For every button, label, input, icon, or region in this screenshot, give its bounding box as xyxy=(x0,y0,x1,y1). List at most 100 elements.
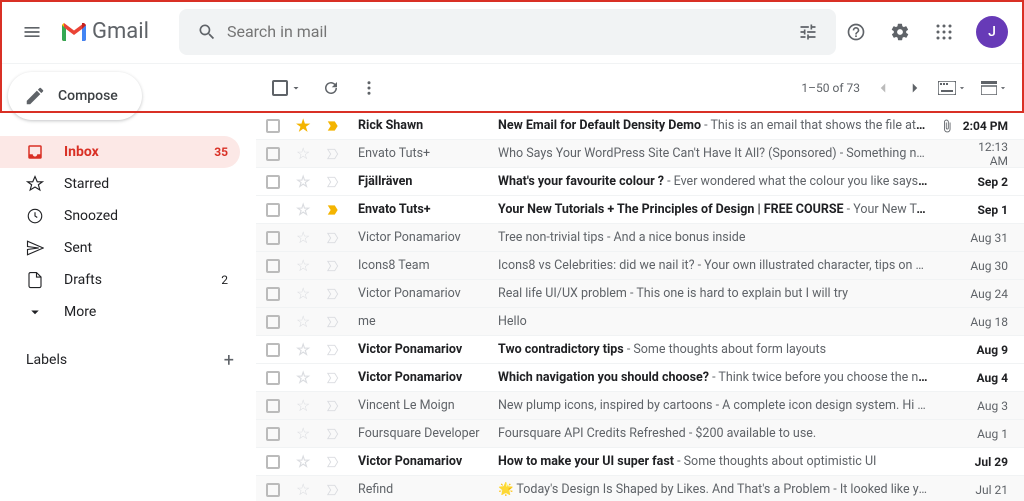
attachment-icon xyxy=(940,119,958,133)
date: Aug 3 xyxy=(958,399,1008,413)
important-icon[interactable] xyxy=(326,147,346,161)
refresh-icon[interactable] xyxy=(322,79,340,97)
subject-snippet: New plump icons, inspired by cartoons - … xyxy=(498,398,940,413)
important-icon[interactable] xyxy=(326,315,346,329)
email-row[interactable]: ☆Vincent Le MoignNew plump icons, inspir… xyxy=(256,392,1024,420)
sidebar-item-snoozed[interactable]: Snoozed xyxy=(0,200,240,232)
email-row[interactable]: ☆FjällrävenWhat's your favourite colour … xyxy=(256,168,1024,196)
sender: Rick Shawn xyxy=(358,118,498,133)
important-icon[interactable] xyxy=(326,371,346,385)
more-icon xyxy=(26,303,46,321)
sender: Fjällräven xyxy=(358,174,498,189)
important-icon[interactable] xyxy=(326,399,346,413)
star-icon[interactable]: ☆ xyxy=(296,424,316,443)
sender: Refind xyxy=(358,482,498,497)
add-label-icon[interactable]: + xyxy=(224,350,234,371)
star-icon[interactable]: ☆ xyxy=(296,368,316,387)
row-checkbox[interactable] xyxy=(266,287,286,301)
date: Aug 31 xyxy=(958,231,1008,245)
email-row[interactable]: ☆Victor PonamariovHow to make your UI su… xyxy=(256,448,1024,476)
email-row[interactable]: ☆Envato Tuts+Your New Tutorials + The Pr… xyxy=(256,196,1024,224)
account-avatar[interactable]: J xyxy=(976,16,1008,48)
important-icon[interactable] xyxy=(326,287,346,301)
star-icon[interactable]: ☆ xyxy=(296,144,316,163)
select-all-checkbox[interactable] xyxy=(272,80,288,96)
email-row[interactable]: ☆Victor PonamariovReal life UI/UX proble… xyxy=(256,280,1024,308)
date: Aug 4 xyxy=(958,371,1008,385)
important-icon[interactable] xyxy=(326,483,346,497)
star-icon[interactable]: ☆ xyxy=(296,396,316,415)
email-row[interactable]: ☆Victor PonamariovTwo contradictory tips… xyxy=(256,336,1024,364)
email-row[interactable]: ☆Victor PonamariovWhich navigation you s… xyxy=(256,364,1024,392)
settings-icon[interactable] xyxy=(880,12,920,52)
row-checkbox[interactable] xyxy=(266,455,286,469)
sidebar-item-sent[interactable]: Sent xyxy=(0,232,240,264)
subject-snippet: New Email for Default Density Demo - Thi… xyxy=(498,118,940,133)
row-checkbox[interactable] xyxy=(266,371,286,385)
support-icon[interactable] xyxy=(836,12,876,52)
input-tools-icon[interactable] xyxy=(938,81,967,95)
email-row[interactable]: ☆Envato Tuts+Who Says Your WordPress Sit… xyxy=(256,140,1024,168)
email-row[interactable]: ☆meHelloAug 18 xyxy=(256,308,1024,336)
important-icon[interactable] xyxy=(326,203,346,217)
row-checkbox[interactable] xyxy=(266,399,286,413)
important-icon[interactable] xyxy=(326,343,346,357)
star-icon[interactable]: ☆ xyxy=(296,480,316,499)
star-icon[interactable]: ☆ xyxy=(296,312,316,331)
important-icon[interactable] xyxy=(326,119,346,133)
row-checkbox[interactable] xyxy=(266,427,286,441)
sidebar-item-drafts[interactable]: Drafts2 xyxy=(0,264,240,296)
gmail-logo[interactable]: Gmail xyxy=(56,19,179,44)
email-row[interactable]: ☆Foursquare DeveloperFoursquare API Cred… xyxy=(256,420,1024,448)
row-checkbox[interactable] xyxy=(266,203,286,217)
email-row[interactable]: ★ Rick ShawnNew Email for Default Density… xyxy=(256,112,1024,140)
star-icon[interactable]: ★ xyxy=(296,116,316,135)
star-icon[interactable]: ☆ xyxy=(296,172,316,191)
sidebar-item-more[interactable]: More xyxy=(0,296,240,328)
sidebar-item-starred[interactable]: Starred xyxy=(0,168,240,200)
prev-page-icon[interactable] xyxy=(874,79,892,97)
star-icon[interactable]: ☆ xyxy=(296,452,316,471)
row-checkbox[interactable] xyxy=(266,343,286,357)
subject-snippet: How to make your UI super fast - Some th… xyxy=(498,454,940,469)
email-row[interactable]: ☆Icons8 TeamIcons8 vs Celebrities: did w… xyxy=(256,252,1024,280)
pagination-text: 1–50 of 73 xyxy=(801,81,860,95)
star-icon[interactable]: ☆ xyxy=(296,200,316,219)
row-checkbox[interactable] xyxy=(266,231,286,245)
date: Aug 1 xyxy=(958,427,1008,441)
important-icon[interactable] xyxy=(326,427,346,441)
important-icon[interactable] xyxy=(326,455,346,469)
date: Sep 2 xyxy=(958,175,1008,189)
row-checkbox[interactable] xyxy=(266,483,286,497)
row-checkbox[interactable] xyxy=(266,175,286,189)
search-icon[interactable] xyxy=(187,22,227,42)
select-dropdown-icon[interactable] xyxy=(290,82,302,94)
row-checkbox[interactable] xyxy=(266,119,286,133)
important-icon[interactable] xyxy=(326,259,346,273)
date: Aug 30 xyxy=(958,259,1008,273)
row-checkbox[interactable] xyxy=(266,147,286,161)
star-icon[interactable]: ☆ xyxy=(296,228,316,247)
search-input[interactable] xyxy=(227,22,788,41)
search-options-icon[interactable] xyxy=(788,22,828,42)
email-row[interactable]: ☆Refind🌟 Today's Design Is Shaped by Lik… xyxy=(256,476,1024,501)
star-icon[interactable]: ☆ xyxy=(296,340,316,359)
sidebar-item-inbox[interactable]: Inbox35 xyxy=(0,136,240,168)
next-page-icon[interactable] xyxy=(906,79,924,97)
more-icon[interactable] xyxy=(360,79,378,97)
main-menu-button[interactable] xyxy=(8,8,56,56)
compose-button[interactable]: Compose xyxy=(8,72,142,120)
star-icon[interactable]: ☆ xyxy=(296,256,316,275)
row-checkbox[interactable] xyxy=(266,259,286,273)
sidebar: Compose Inbox35StarredSnoozedSentDrafts2… xyxy=(0,64,256,501)
important-icon[interactable] xyxy=(326,175,346,189)
split-pane-icon[interactable] xyxy=(981,81,1008,95)
email-row[interactable]: ☆Victor PonamariovTree non-trivial tips … xyxy=(256,224,1024,252)
row-checkbox[interactable] xyxy=(266,315,286,329)
important-icon[interactable] xyxy=(326,231,346,245)
apps-icon[interactable] xyxy=(924,12,964,52)
search-bar[interactable] xyxy=(179,9,836,55)
star-icon[interactable]: ☆ xyxy=(296,284,316,303)
email-list: ★ Rick ShawnNew Email for Default Density… xyxy=(256,112,1024,501)
sender: Victor Ponamariov xyxy=(358,370,498,385)
